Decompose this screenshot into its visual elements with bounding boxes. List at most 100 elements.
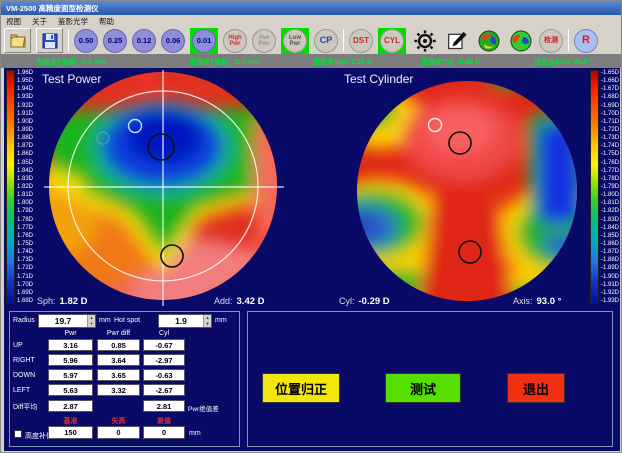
menu-help[interactable]: 帮助 (99, 16, 114, 27)
colorbar-tick: 1.73D (17, 257, 33, 263)
height-comp-unit: mm (189, 430, 201, 437)
table-cell: 3.65 (97, 369, 140, 381)
hotspot-stepper-arrows[interactable]: ▲▼ (203, 315, 211, 327)
status-x: 当前点X坐标: -4.9 mm (36, 57, 106, 67)
ave-pwr-button[interactable]: Ave Pwr (252, 29, 276, 53)
cylinder-map[interactable] (342, 71, 592, 305)
toolbar-separator (343, 29, 344, 52)
table-cell: -0.63 (143, 369, 185, 381)
menu-bar: 视图 关于 鉴影光学 帮助 (1, 15, 621, 27)
colorbar-tick: -1.78D (601, 176, 619, 182)
colorbar-tick: 1.80D (17, 200, 33, 206)
colorbar-tick: -1.88D (601, 257, 619, 263)
table-cell: -2.67 (143, 384, 185, 396)
down-arrow-icon[interactable]: ▼ (88, 321, 95, 327)
window-title: VM-2500 高精度面型检测仪 (6, 4, 99, 13)
cp-button[interactable]: CP (314, 29, 338, 53)
colorbar-tick: -1.85D (601, 233, 619, 239)
power-map-view-button[interactable] (475, 28, 502, 53)
colorbar-tick: -1.84D (601, 225, 619, 231)
colorbar-tick: 1.70D (17, 282, 33, 288)
exit-button[interactable]: 退出 (507, 373, 565, 403)
sph-readout: Sph:1.82 D (37, 296, 88, 307)
colorbar-tick: 1.89D (17, 127, 33, 133)
height-sag-input[interactable] (97, 426, 140, 439)
colorbar-tick: 1.93D (17, 94, 33, 100)
reset-button[interactable]: R (574, 29, 598, 53)
hotspot-unit: mm (215, 317, 227, 324)
action-panel: 位置归正 测试 退出 (247, 311, 613, 447)
tolerance-001-button[interactable]: 0.01 (192, 29, 216, 53)
colorbar-tick: -1.74D (601, 143, 619, 149)
colorbar-tick: -1.87D (601, 249, 619, 255)
colorbar-tick: 1.69D (17, 290, 33, 296)
tolerance-050-button[interactable]: 0.50 (74, 29, 98, 53)
colorbar-tick: 1.92D (17, 103, 33, 109)
detect-button[interactable]: 检测 (539, 29, 563, 53)
dst-button[interactable]: DST (349, 29, 373, 53)
position-reset-button[interactable]: 位置归正 (262, 373, 340, 403)
cylinder-map-view-button[interactable] (507, 28, 534, 53)
colorbar-tick: -1.72D (601, 127, 619, 133)
col-header-pwr: Pwr (48, 330, 93, 337)
colorbar-tick: 1.86D (17, 151, 33, 157)
add-readout: Add:3.42 D (214, 296, 265, 307)
colorbar-tick: 1.81D (17, 192, 33, 198)
tolerance-001-selected: 0.01 (190, 28, 218, 54)
hotspot-stepper[interactable]: 1.9 ▲▼ (158, 314, 212, 328)
table-cell: 0.85 (97, 339, 140, 351)
table-cell: -2.97 (143, 354, 185, 366)
test-button[interactable]: 测试 (385, 373, 461, 403)
tolerance-012-button[interactable]: 0.12 (132, 29, 156, 53)
diff-label: Diff平均 (13, 402, 37, 412)
height-diff-input[interactable] (143, 426, 185, 439)
colorbar-tick: 1.84D (17, 168, 33, 174)
cyl-button[interactable]: CYL (380, 29, 404, 53)
colorbar-tick: 1.74D (17, 249, 33, 255)
colorbar-tick: -1.68D (601, 94, 619, 100)
colorbar-tick: -1.67D (601, 86, 619, 92)
settings-button[interactable] (411, 28, 438, 53)
edit-icon (447, 31, 467, 51)
colorbar-tick: 1.96D (17, 70, 33, 76)
height-base-input[interactable] (48, 426, 93, 439)
app-window: VM-2500 高精度面型检测仪 视图 关于 鉴影光学 帮助 0.50 0.25… (0, 0, 622, 453)
colorbar-tick: 1.91D (17, 111, 33, 117)
colorbar-tick: -1.93D (601, 298, 619, 304)
menu-company[interactable]: 鉴影光学 (58, 16, 88, 27)
table-cell: 5.96 (48, 354, 93, 366)
radius-stepper-arrows[interactable]: ▲▼ (87, 315, 95, 327)
height-col-base: 基准 (48, 416, 93, 426)
cyl-readout: Cyl:-0.29 D (339, 296, 390, 307)
radius-stepper[interactable]: 19.7 ▲▼ (38, 314, 96, 328)
toolbar-separator (68, 29, 69, 52)
open-file-button[interactable] (4, 28, 31, 53)
height-comp-checkbox[interactable] (14, 430, 22, 438)
colorbar-tick: -1.71D (601, 119, 619, 125)
colorbar-tick: 1.83D (17, 176, 33, 182)
menu-view[interactable]: 视图 (6, 16, 21, 27)
edit-report-button[interactable] (443, 28, 470, 53)
menu-about[interactable]: 关于 (32, 16, 47, 27)
row-label-right: RIGHT (13, 357, 35, 364)
tolerance-006-button[interactable]: 0.06 (161, 29, 185, 53)
low-pwr-button[interactable]: Low Pwr (283, 29, 307, 53)
radius-unit: mm (99, 317, 111, 324)
status-axis: 当前点Axis: 45.0 ° (534, 57, 592, 67)
row-label-left: LEFT (13, 387, 30, 394)
high-pwr-button[interactable]: High Pwr (223, 29, 247, 53)
down-arrow-icon[interactable]: ▼ (204, 321, 211, 327)
colorbar-tick: -1.90D (601, 274, 619, 280)
cylinder-colorbar: -1.65D-1.66D-1.67D-1.68D-1.69D-1.70D-1.7… (590, 70, 619, 304)
colorbar-tick: -1.66D (601, 78, 619, 84)
power-map[interactable] (44, 70, 284, 306)
tolerance-025-button[interactable]: 0.25 (103, 29, 127, 53)
toolbar: 0.50 0.25 0.12 0.06 0.01 High Pwr Ave Pw… (1, 27, 621, 54)
table-cell: 3.32 (97, 384, 140, 396)
status-sph: 当前点Sph: 2.26 D (313, 57, 372, 67)
col-header-cyl: Cyl (143, 330, 185, 337)
title-bar: VM-2500 高精度面型检测仪 (1, 1, 621, 15)
save-button[interactable] (36, 28, 63, 53)
diff-cyl-cell: 2.81 (143, 400, 185, 412)
colorbar-tick: 1.90D (17, 119, 33, 125)
